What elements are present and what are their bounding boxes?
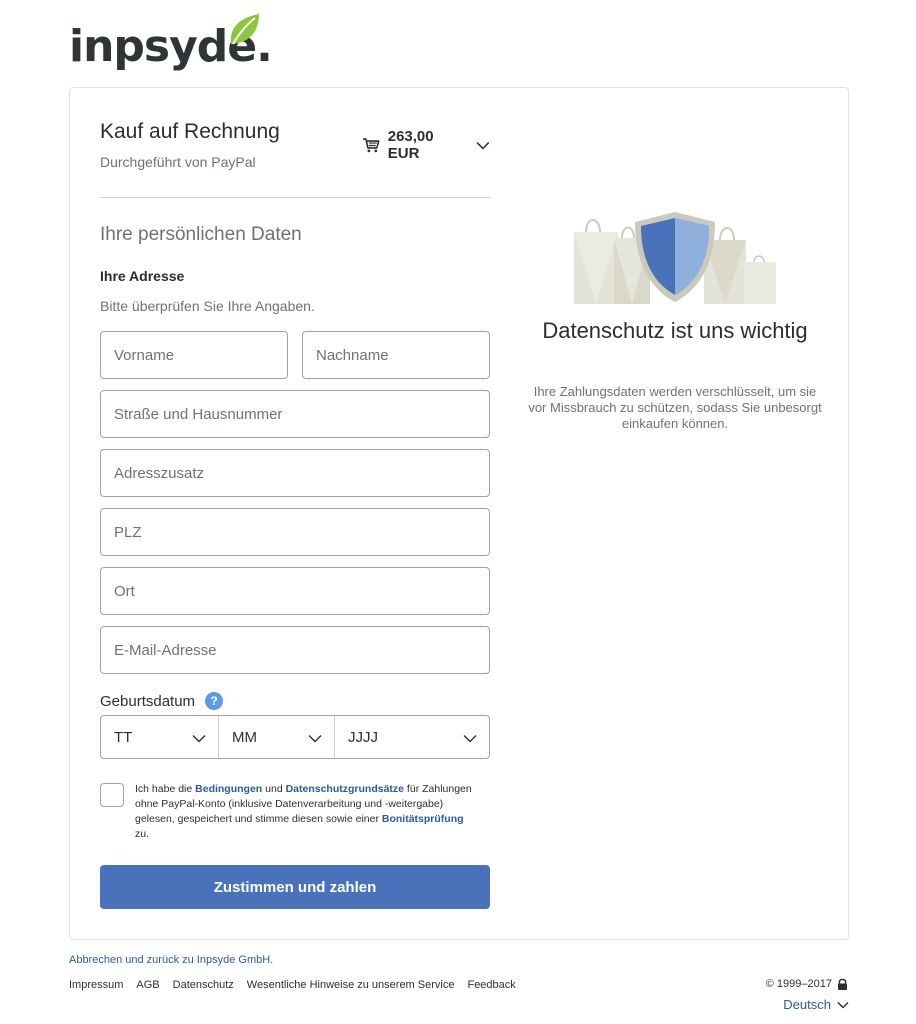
footer-link-service-notes[interactable]: Wesentliche Hinweise zu unserem Service	[247, 979, 455, 991]
leaf-icon	[230, 14, 259, 45]
footer-links: Impressum AGB Datenschutz Wesentliche Hi…	[69, 979, 516, 991]
city-input[interactable]	[101, 568, 489, 614]
last-name-input[interactable]	[303, 332, 489, 378]
last-name-field[interactable]	[302, 331, 490, 379]
birth-day-value: TT	[114, 728, 133, 746]
birth-day-select[interactable]: TT	[101, 716, 218, 758]
consent-text-part: zu.	[135, 828, 150, 840]
first-name-field[interactable]	[100, 331, 288, 379]
privacy-title: Datenschutz ist uns wichtig	[542, 318, 808, 343]
privacy-policy-link[interactable]: Datenschutzgrundsätze	[286, 783, 404, 795]
birth-year-value: JJJJ	[348, 728, 378, 746]
agree-and-pay-button[interactable]: Zustimmen und zahlen	[100, 865, 490, 909]
help-icon[interactable]: ?	[205, 692, 224, 710]
address-extra-field[interactable]	[100, 449, 490, 497]
birth-year-select[interactable]: JJJJ	[334, 716, 489, 758]
birthdate-label-row: Geburtsdatum ?	[100, 692, 224, 710]
credit-check-link[interactable]: Bonitätsprüfung	[382, 813, 464, 825]
header-divider	[100, 197, 490, 198]
birth-month-value: MM	[232, 728, 257, 746]
lock-icon	[838, 978, 847, 990]
birthdate-selects: TT MM JJJJ	[100, 715, 490, 759]
order-amount: 263,00 EUR	[387, 128, 434, 162]
street-field[interactable]	[100, 390, 490, 438]
consent-text: Ich habe die Bedingungen und Datenschutz…	[135, 782, 480, 842]
consent-text-part: und	[262, 783, 286, 795]
chevron-down-icon	[837, 1001, 849, 1008]
checkout-subtitle: Durchgeführt von PayPal	[100, 154, 256, 170]
consent-checkbox[interactable]	[100, 783, 124, 807]
checkout-title: Kauf auf Rechnung	[100, 120, 280, 143]
footer-link-impressum[interactable]: Impressum	[69, 979, 123, 991]
footer-link-agb[interactable]: AGB	[136, 979, 159, 991]
footer-link-datenschutz[interactable]: Datenschutz	[173, 979, 234, 991]
terms-link[interactable]: Bedingungen	[195, 783, 262, 795]
cart-summary-toggle[interactable]: 263,00 EUR	[362, 128, 490, 162]
footer-link-feedback[interactable]: Feedback	[467, 979, 515, 991]
city-field[interactable]	[100, 567, 490, 615]
copyright: © 1999–2017	[766, 978, 848, 990]
address-extra-input[interactable]	[101, 450, 489, 496]
checkout-card: Kauf auf Rechnung Durchgeführt von PayPa…	[69, 87, 849, 940]
email-field[interactable]	[100, 626, 490, 674]
chevron-down-icon	[463, 735, 477, 743]
copyright-text: © 1999–2017	[765, 978, 832, 990]
section-title: Ihre persönlichen Daten	[100, 224, 302, 245]
first-name-input[interactable]	[101, 332, 287, 378]
language-selector[interactable]: Deutsch	[783, 997, 849, 1012]
chevron-down-icon	[192, 735, 206, 743]
street-input[interactable]	[101, 391, 489, 437]
address-hint: Bitte überprüfen Sie Ihre Angaben.	[100, 298, 315, 314]
cart-icon	[362, 138, 380, 153]
chevron-down-icon	[476, 141, 490, 149]
brand-logo: inpsyde.	[69, 12, 273, 72]
consent-text-part: Ich habe die	[135, 783, 196, 795]
zip-field[interactable]	[100, 508, 490, 556]
address-heading: Ihre Adresse	[100, 268, 185, 284]
birthdate-label: Geburtsdatum	[100, 692, 196, 710]
cancel-and-return-link[interactable]: Abbrechen und zurück zu Inpsyde GmbH.	[69, 954, 273, 966]
privacy-text: Ihre Zahlungsdaten werden verschlüsselt,…	[528, 384, 822, 431]
email-input[interactable]	[101, 627, 489, 673]
shield-shopping-bags-illustration	[574, 212, 776, 304]
language-label: Deutsch	[783, 997, 831, 1012]
zip-input[interactable]	[101, 509, 489, 555]
chevron-down-icon	[308, 735, 322, 743]
birth-month-select[interactable]: MM	[218, 716, 334, 758]
